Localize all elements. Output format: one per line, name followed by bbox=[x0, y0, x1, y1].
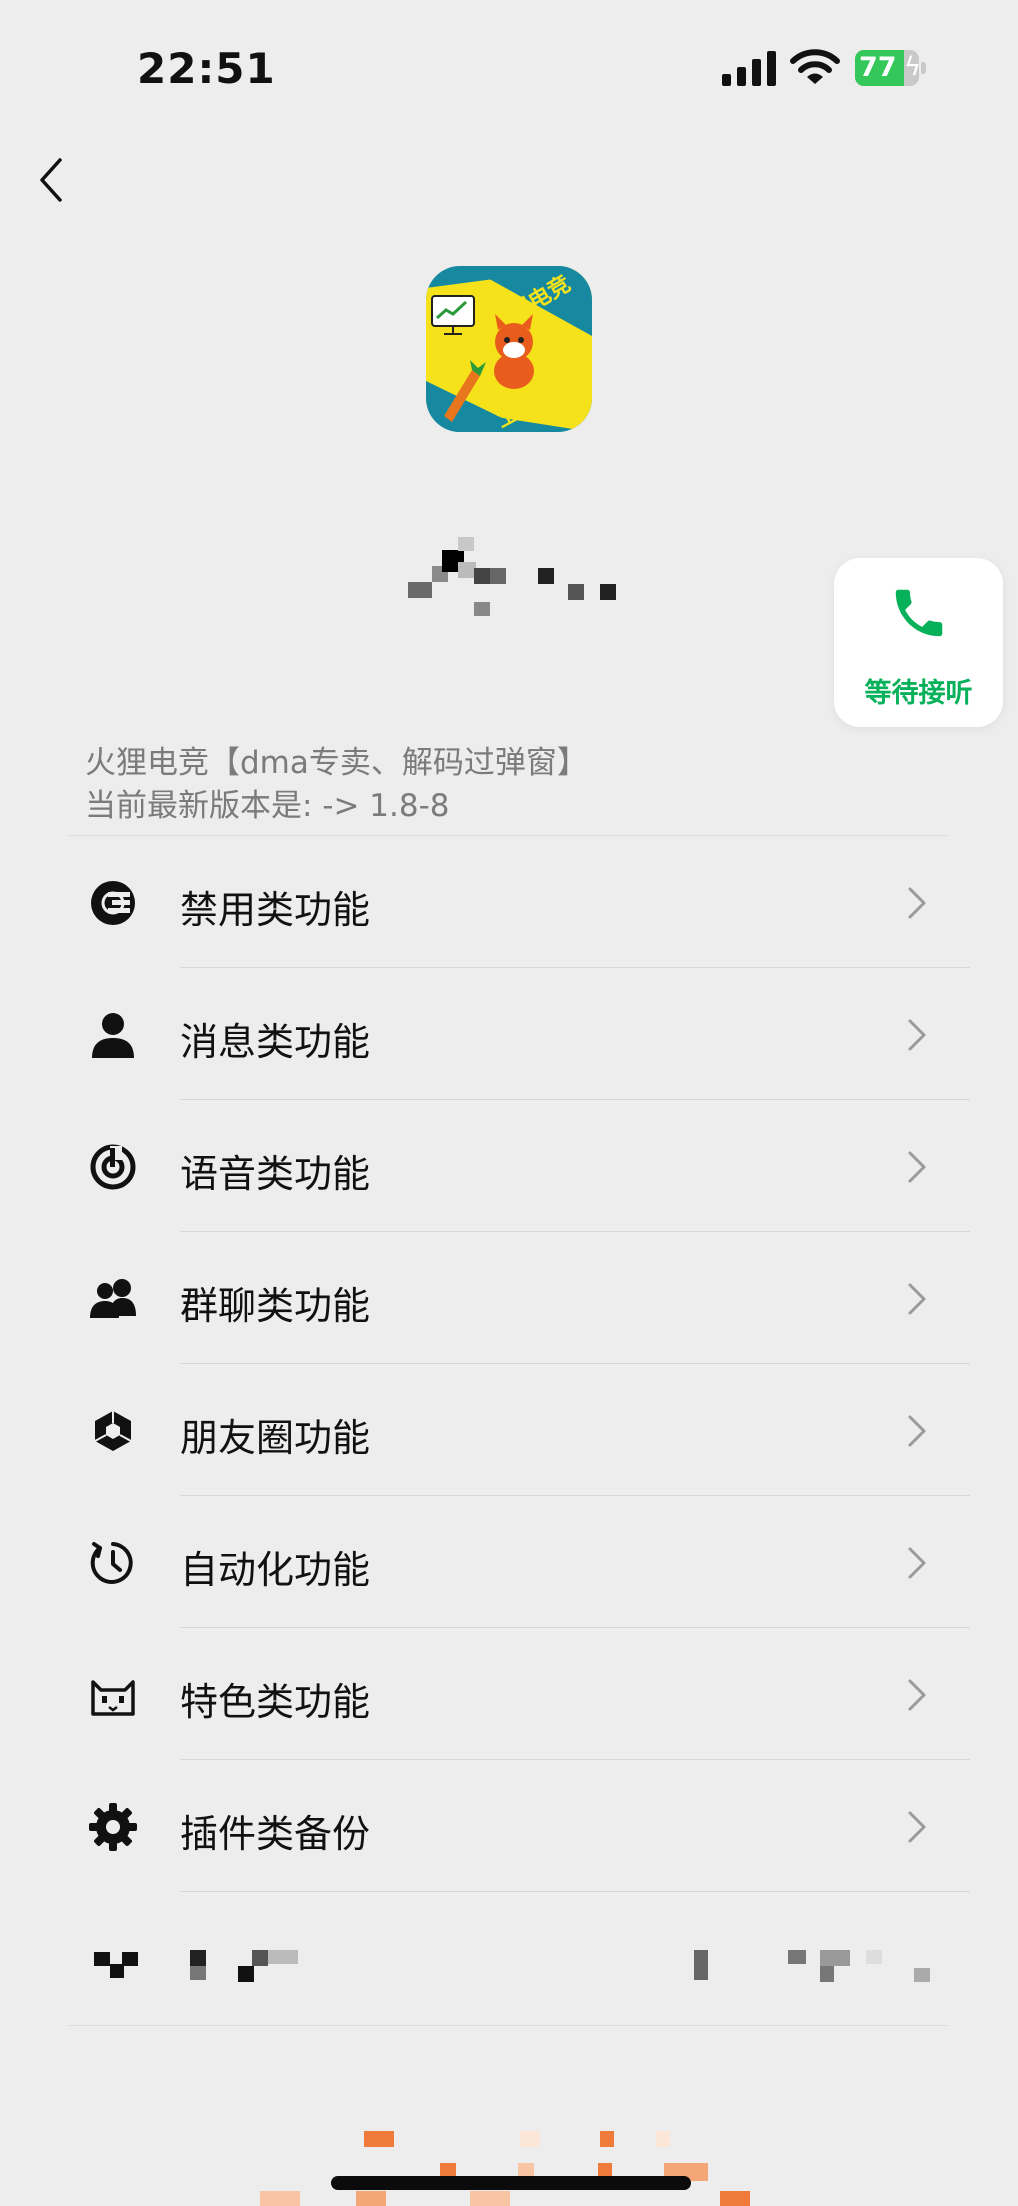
menu-item-voice-features[interactable]: 语音类功能 bbox=[0, 1100, 1018, 1232]
plugin-intro: 火狸电竞【dma专卖、解码过弹窗】 当前最新版本是: -> 1.8-8 bbox=[85, 742, 945, 828]
group-icon bbox=[90, 1279, 136, 1318]
chevron-right-icon bbox=[908, 1679, 926, 1711]
intro-title: 火狸电竞【dma专卖、解码过弹窗】 bbox=[85, 745, 588, 781]
cat-icon bbox=[91, 1680, 135, 1716]
menu-item-label: 群聊类功能 bbox=[180, 1284, 371, 1328]
chevron-right-icon bbox=[908, 1019, 926, 1051]
feature-menu: 禁用类功能 消息类功能 语音类功能 群聊类功能 朋友圈功能 自动化功能 特色类功… bbox=[0, 836, 1018, 1892]
signal-bars-icon bbox=[722, 51, 776, 86]
battery-percent: 77 bbox=[859, 52, 897, 83]
chevron-right-icon bbox=[908, 1811, 926, 1843]
wifi-icon bbox=[790, 49, 840, 84]
chevron-right-icon bbox=[908, 1151, 926, 1183]
menu-item-group-chat-features[interactable]: 群聊类功能 bbox=[0, 1232, 1018, 1364]
version-text: 当前最新版本是: -> 1.8-8 bbox=[85, 788, 450, 824]
menu-item-disable-features[interactable]: 禁用类功能 bbox=[0, 836, 1018, 968]
menu-item-special-features[interactable]: 特色类功能 bbox=[0, 1628, 1018, 1760]
menu-item-automation-features[interactable]: 自动化功能 bbox=[0, 1496, 1018, 1628]
menu-item-label: 朋友圈功能 bbox=[180, 1416, 371, 1460]
chevron-left-icon bbox=[40, 158, 62, 202]
waiting-call-button[interactable]: 等待接听 bbox=[834, 558, 1003, 727]
menu-item-label: 语音类功能 bbox=[180, 1152, 371, 1196]
battery-indicator: 77 ϟ bbox=[855, 50, 927, 86]
menu-item-message-features[interactable]: 消息类功能 bbox=[0, 968, 1018, 1100]
user-icon bbox=[92, 1013, 134, 1058]
timer-icon bbox=[90, 1542, 133, 1584]
menu-item-label: 自动化功能 bbox=[180, 1548, 371, 1592]
censored-footer bbox=[260, 2125, 760, 2206]
menu-item-plugin-backup[interactable]: 插件类备份 bbox=[0, 1760, 1018, 1892]
app-name-censored bbox=[408, 532, 618, 616]
menu-item-label: 禁用类功能 bbox=[180, 888, 371, 932]
status-bar: 22:51 77 ϟ bbox=[0, 0, 1018, 130]
charging-bolt-icon: ϟ bbox=[904, 52, 919, 82]
status-time: 22:51 bbox=[137, 44, 276, 93]
menu-item-label: 插件类备份 bbox=[180, 1812, 371, 1856]
divider bbox=[68, 2025, 948, 2026]
menu-item-label: 消息类功能 bbox=[180, 1020, 371, 1064]
censored-row[interactable] bbox=[0, 1892, 1018, 2024]
moments-icon bbox=[94, 1411, 132, 1451]
gear-icon bbox=[89, 1803, 137, 1851]
chevron-right-icon bbox=[908, 1283, 926, 1315]
phone-icon bbox=[895, 589, 943, 637]
chevron-right-icon bbox=[908, 887, 926, 919]
voice-icon bbox=[90, 1144, 136, 1190]
block-feature-icon bbox=[91, 881, 135, 925]
menu-item-label: 特色类功能 bbox=[180, 1680, 371, 1724]
chevron-right-icon bbox=[908, 1547, 926, 1579]
call-status-label: 等待接听 bbox=[864, 678, 973, 709]
back-button[interactable] bbox=[30, 152, 74, 208]
app-logo: 火狸电竞 工作室 bbox=[426, 266, 592, 432]
menu-item-moments-features[interactable]: 朋友圈功能 bbox=[0, 1364, 1018, 1496]
chevron-right-icon bbox=[908, 1415, 926, 1447]
home-indicator[interactable] bbox=[331, 2176, 691, 2190]
